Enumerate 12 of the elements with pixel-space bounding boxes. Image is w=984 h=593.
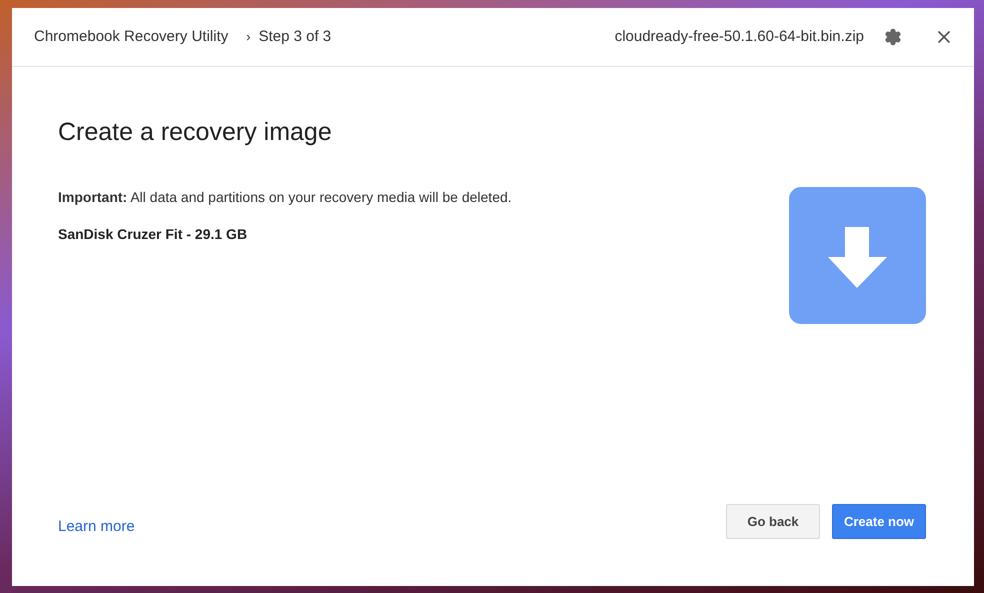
- file-name: cloudready-free-50.1.60-64-bit.bin.zip: [614, 26, 864, 47]
- back-button[interactable]: Go back: [726, 504, 820, 539]
- step-indicator: Step 3 of 3: [258, 26, 332, 47]
- create-button[interactable]: Create now: [832, 504, 926, 539]
- warning-text: Important: All data and partitions on your recovery media will be deleted.: [58, 188, 512, 207]
- download-icon: [789, 186, 926, 324]
- settings-icon[interactable]: [884, 28, 902, 46]
- device-name: SanDisk Cruzer Fit - 29.1 GB: [58, 224, 248, 244]
- app-title: Chromebook Recovery Utility: [34, 26, 228, 47]
- page-heading: Create a recovery image: [58, 117, 333, 148]
- breadcrumb-separator: ›: [246, 28, 251, 46]
- learn-more-link[interactable]: Learn more: [58, 516, 135, 539]
